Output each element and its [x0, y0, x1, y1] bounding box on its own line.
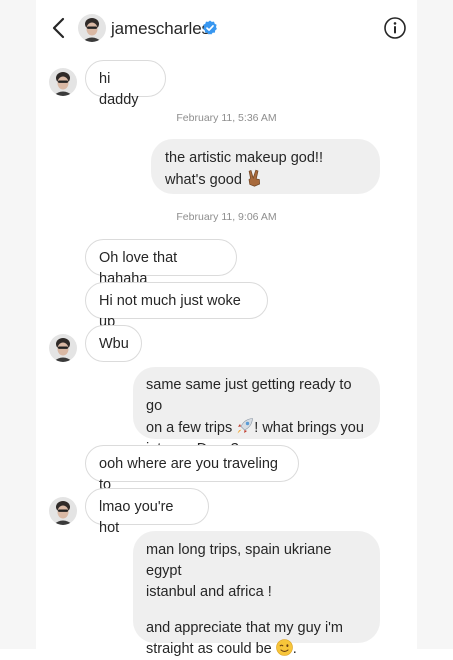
- message-text: .: [292, 641, 297, 657]
- timestamp: February 11, 9:06 AM: [176, 211, 277, 223]
- message-text: Wbu: [99, 336, 129, 352]
- message-bubble-outgoing[interactable]: man long trips, spain ukriane egypt ista…: [133, 531, 380, 657]
- message-text: man long trips, spain ukriane egypt: [146, 542, 332, 579]
- chevron-left-icon: [52, 17, 65, 39]
- message-text-line: straight as could be .: [146, 639, 367, 660]
- sender-avatar[interactable]: [49, 68, 77, 96]
- header-avatar[interactable]: [78, 14, 106, 42]
- message-bubble-incoming[interactable]: lmao you're hot: [85, 488, 209, 536]
- message-bubble-incoming[interactable]: Oh love that hahaha: [85, 239, 237, 287]
- info-button[interactable]: [383, 16, 407, 40]
- info-circle-icon: [384, 17, 406, 39]
- header-username[interactable]: jamescharles: [111, 19, 210, 39]
- message-bubble-outgoing[interactable]: same same just getting ready to go on a …: [133, 367, 380, 457]
- message-bubble-outgoing[interactable]: the artistic makeup god!! what's good: [151, 139, 380, 194]
- message-bubble-incoming[interactable]: Wbu: [85, 325, 142, 362]
- message-bubble-incoming[interactable]: hi daddy: [85, 60, 166, 108]
- message-text: on a few trips: [146, 420, 233, 436]
- message-text: istanbul and africa !: [146, 584, 272, 600]
- right-margin: [417, 0, 453, 649]
- rocket-emoji: [237, 418, 254, 434]
- message-text: same same just getting ready to go: [146, 377, 352, 414]
- chat-header: jamescharles: [36, 0, 417, 56]
- verified-badge-icon: [203, 20, 217, 35]
- back-button[interactable]: [48, 15, 72, 41]
- message-text-line: on a few trips ! what brings you: [146, 417, 367, 439]
- winking-face-emoji: [275, 639, 293, 656]
- message-text: straight as could be: [146, 641, 272, 657]
- message-text: and appreciate that my guy i'm: [146, 620, 344, 636]
- sender-avatar[interactable]: [49, 497, 77, 525]
- message-text: hi daddy: [99, 71, 139, 108]
- message-text: ! what brings you: [254, 420, 364, 436]
- left-margin: [0, 0, 36, 649]
- message-text: the artistic makeup god!! what's good: [165, 150, 323, 188]
- sender-avatar[interactable]: [49, 334, 77, 362]
- victory-hand-emoji: [248, 169, 260, 187]
- timestamp: February 11, 5:36 AM: [176, 112, 277, 124]
- message-bubble-incoming[interactable]: ooh where are you traveling to: [85, 445, 299, 493]
- message-bubble-incoming[interactable]: Hi not much just woke up: [85, 282, 268, 330]
